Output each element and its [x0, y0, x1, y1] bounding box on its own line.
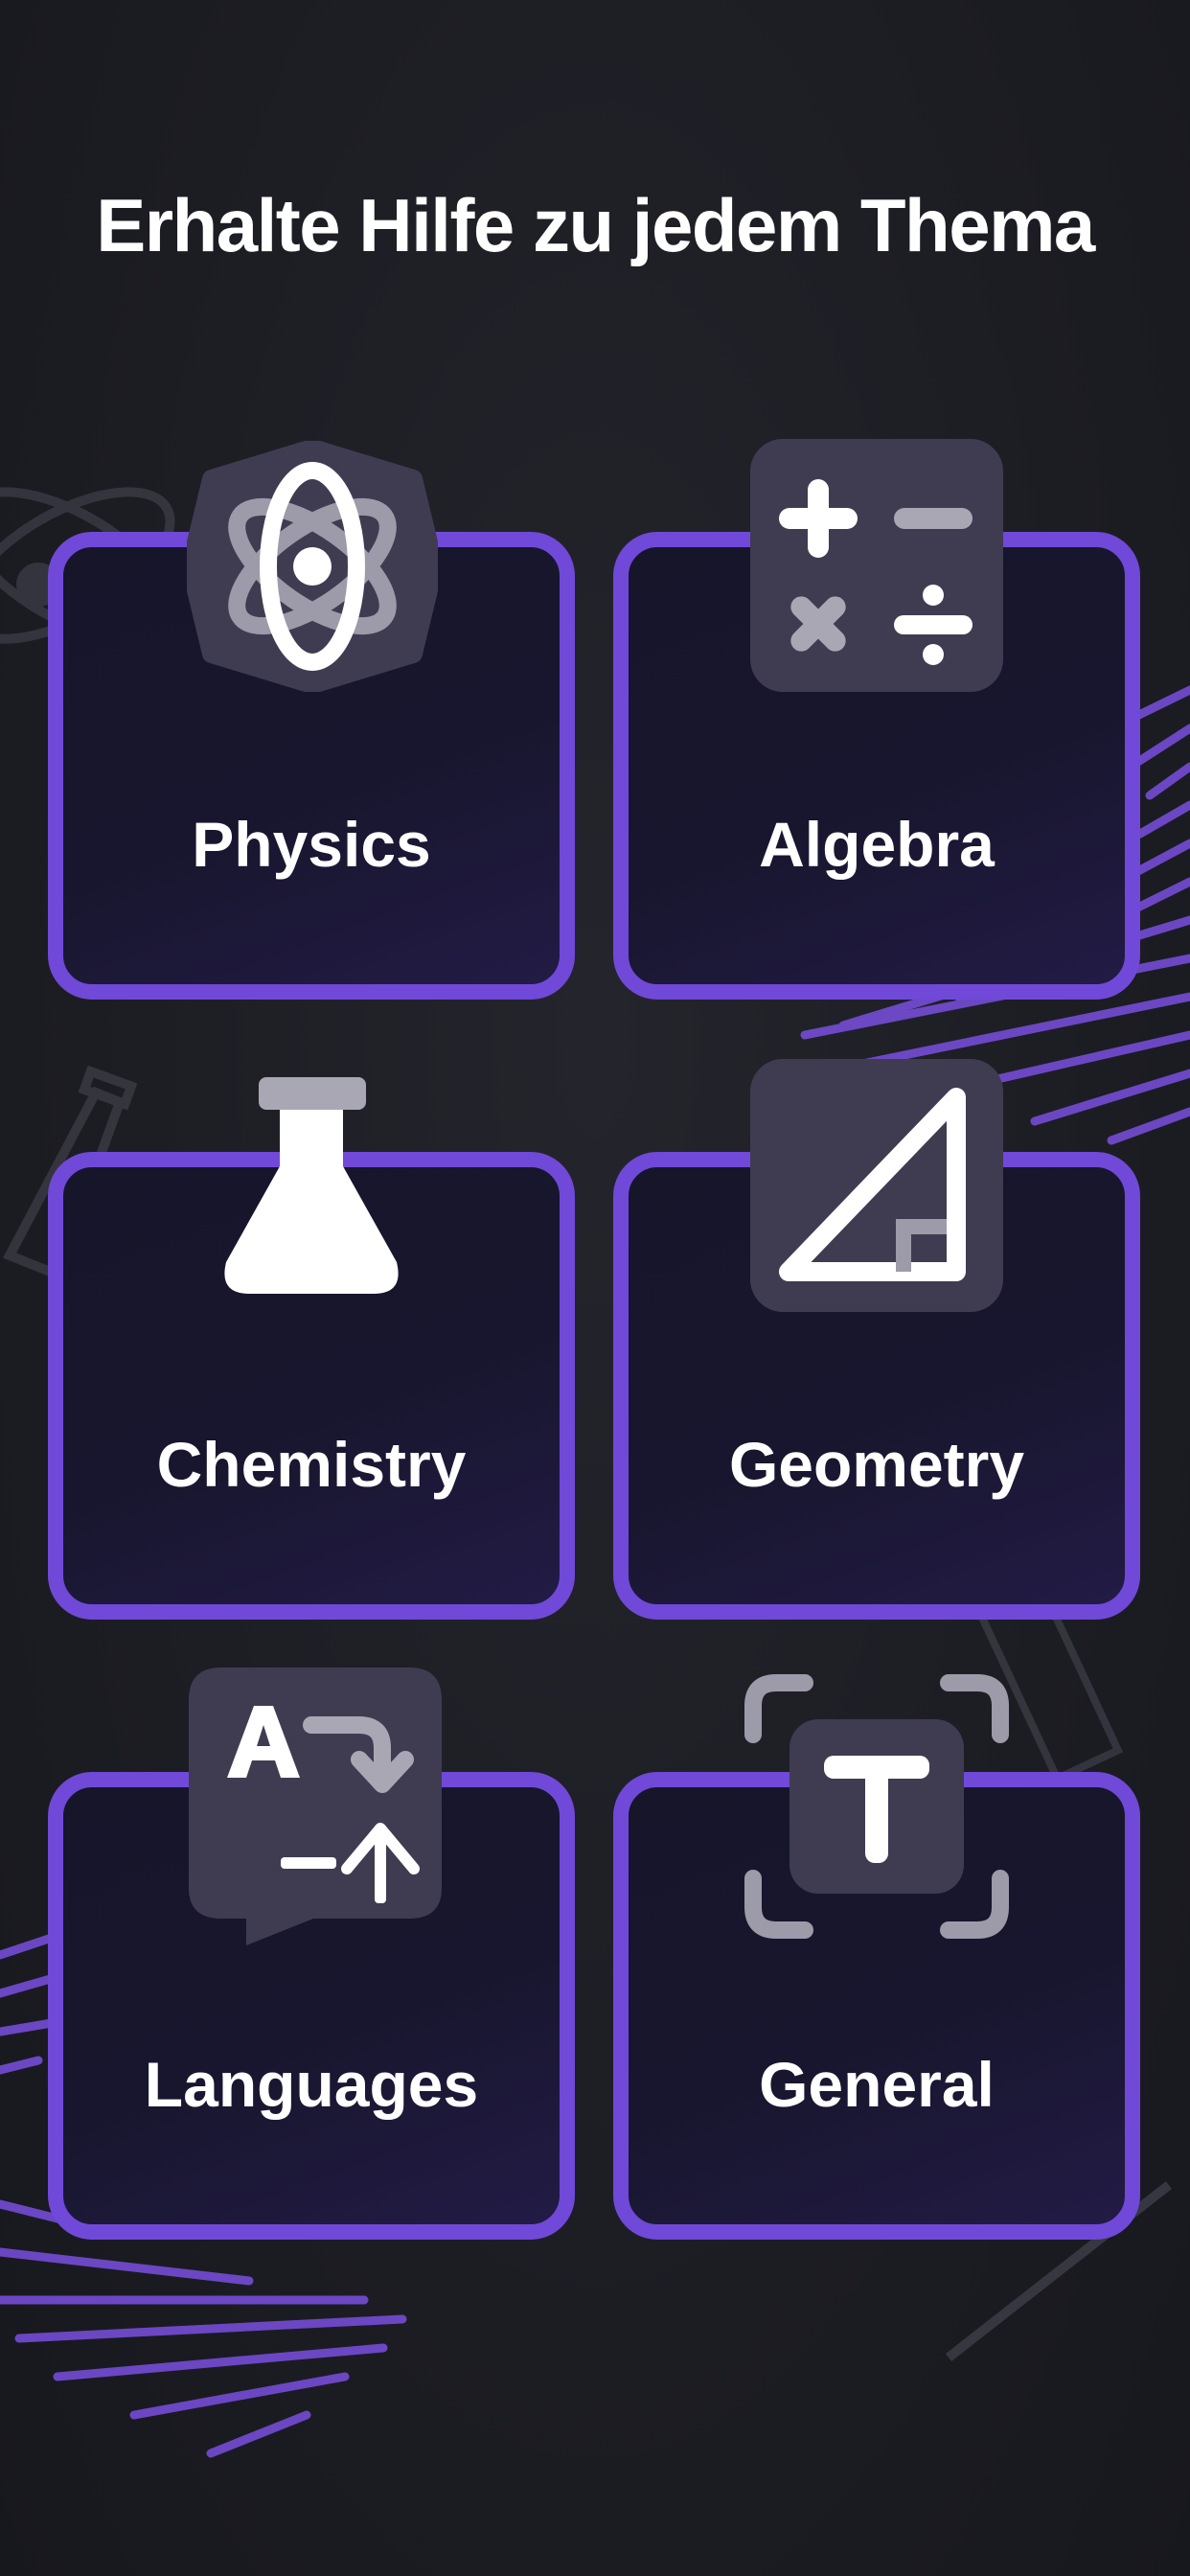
subject-label-geometry: Geometry: [728, 1429, 1025, 1500]
triangle-ruler-icon: [750, 1059, 1003, 1312]
calculator-operators-icon: [750, 439, 1003, 692]
text-scan-icon: [738, 1668, 1016, 1945]
page-title: Erhalte Hilfe zu jedem Thema: [96, 183, 1095, 267]
subject-label-algebra: Algebra: [759, 809, 995, 880]
subject-label-languages: Languages: [144, 2049, 479, 2120]
subject-label-general: General: [759, 2049, 995, 2120]
subject-label-chemistry: Chemistry: [156, 1429, 467, 1500]
translate-icon: [189, 1668, 442, 1955]
subject-label-physics: Physics: [192, 809, 431, 880]
flask-icon: [220, 1075, 402, 1296]
atom-icon: [187, 441, 438, 692]
